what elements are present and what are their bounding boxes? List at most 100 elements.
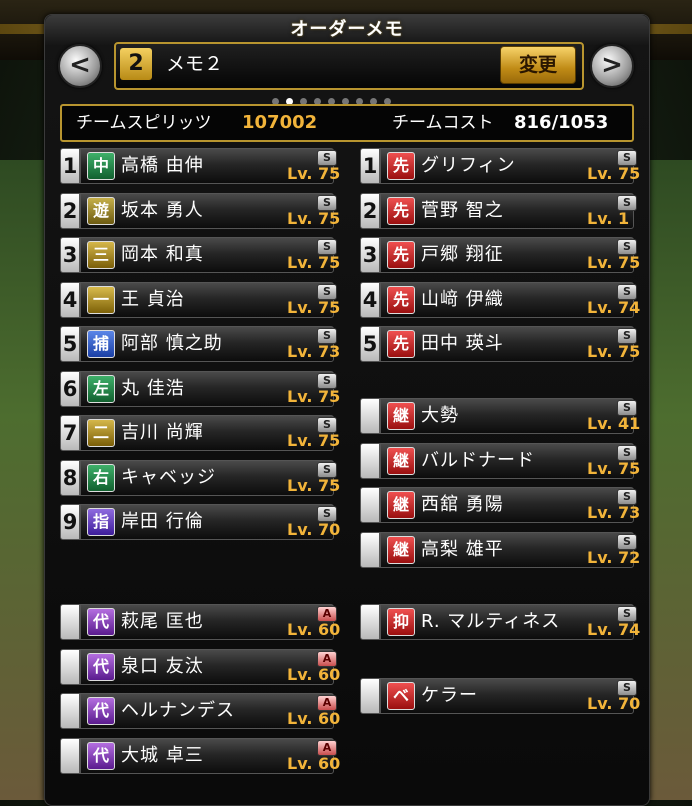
player-row[interactable]: 代大城 卓三 A Lv. 60 — [60, 736, 340, 774]
position-badge: 継 — [387, 535, 415, 564]
player-row[interactable]: 1 中高橋 由伸 S Lv. 75 — [60, 146, 340, 184]
player-card[interactable]: 代大城 卓三 A Lv. 60 — [80, 737, 340, 774]
player-level: Lv. 72 — [587, 547, 641, 567]
team-stats-bar: チームスピリッツ 107002 チームコスト 816/1053 — [60, 104, 634, 142]
player-card[interactable]: 二吉川 尚輝 S Lv. 75 — [80, 415, 340, 451]
player-level: Lv. 41 — [587, 414, 641, 433]
player-card[interactable]: 先戸郷 翔征 S Lv. 75 — [380, 237, 640, 273]
player-row[interactable]: 6左丸 佳浩 S Lv. 75 — [60, 369, 340, 407]
player-card[interactable]: 抑 R. マルティネス S Lv. 74 — [380, 604, 640, 640]
position-badge: 中 — [87, 152, 115, 180]
player-name: 大勢 — [421, 405, 459, 426]
player-card[interactable]: 代ヘルナンデス A Lv. 60 — [80, 693, 340, 729]
player-card[interactable]: 代泉口 友汰 A Lv. 60 — [80, 648, 340, 685]
player-row[interactable]: 代泉口 友汰 A Lv. 60 — [60, 647, 340, 685]
change-button[interactable]: 変更 — [500, 46, 576, 84]
position-badge: 三 — [87, 241, 115, 269]
player-level: Lv. 75 — [287, 386, 341, 406]
memo-name[interactable]: メモ２ — [166, 44, 223, 84]
order-slot-number — [360, 487, 380, 523]
order-slot-number — [60, 737, 80, 774]
player-card[interactable]: 継バルドナード S Lv. 75 — [380, 442, 640, 479]
player-row[interactable]: 継西舘 勇陽 S Lv. 73 — [360, 485, 640, 523]
player-level: Lv. 60 — [287, 709, 341, 728]
order-slot-number: 1 — [60, 148, 80, 184]
player-name: 岸田 行倫 — [121, 511, 204, 532]
player-row[interactable]: 5 先田中 瑛斗 S Lv. 75 — [360, 324, 640, 362]
player-card[interactable]: 継大勢 S Lv. 41 — [380, 398, 640, 434]
player-level: Lv. 70 — [287, 520, 341, 539]
player-card[interactable]: 捕阿部 慎之助 S Lv. 73 — [80, 326, 340, 362]
player-name: 戸郷 翔征 — [421, 244, 504, 265]
player-row[interactable]: 5 捕阿部 慎之助 S Lv. 73 — [60, 324, 340, 362]
player-card[interactable]: 三岡本 和真 S Lv. 75 — [80, 237, 340, 273]
player-row[interactable]: 1 先グリフィン S Lv. 75 — [360, 146, 640, 184]
player-row[interactable]: 代萩尾 匡也 A Lv. 60 — [60, 602, 340, 640]
team-cost-value: 816/1053 — [514, 112, 609, 133]
position-badge: 代 — [87, 697, 115, 725]
player-name: 西舘 勇陽 — [421, 494, 504, 515]
player-row[interactable]: 代ヘルナンデス A Lv. 60 — [60, 691, 340, 729]
player-name: R. マルティネス — [421, 611, 561, 632]
order-slot-number — [360, 398, 380, 434]
page-indicator — [272, 90, 398, 105]
player-name: 岡本 和真 — [121, 244, 204, 265]
order-slot-number: 4 — [60, 281, 80, 318]
player-name: 阿部 慎之助 — [121, 333, 223, 354]
order-slot-number — [360, 678, 380, 714]
player-level: Lv. 75 — [287, 297, 341, 317]
player-row[interactable]: 継バルドナード S Lv. 75 — [360, 441, 640, 479]
player-card[interactable]: ベケラー S Lv. 70 — [380, 678, 640, 714]
player-row[interactable]: 2 遊坂本 勇人 S Lv. 75 — [60, 191, 340, 229]
player-name: バルドナード — [421, 449, 535, 471]
player-card[interactable]: 先グリフィン S Lv. 75 — [380, 148, 640, 184]
player-row[interactable]: 9 指岸田 行倫 S Lv. 70 — [60, 502, 340, 540]
position-badge: 先 — [387, 196, 415, 225]
player-card[interactable]: 継高梨 雄平 S Lv. 72 — [380, 531, 640, 568]
player-card[interactable]: 指岸田 行倫 S Lv. 70 — [80, 504, 340, 540]
prev-memo-button[interactable]: < — [58, 44, 102, 88]
player-name: 萩尾 匡也 — [121, 611, 204, 632]
panel-title: オーダーメモ — [45, 15, 649, 45]
player-row[interactable]: 3 三岡本 和真 S Lv. 75 — [60, 235, 340, 273]
position-badge: 遊 — [87, 196, 115, 225]
player-row[interactable]: 継高梨 雄平 S Lv. 72 — [360, 530, 640, 568]
position-badge: 代 — [87, 608, 115, 636]
order-slot-number — [60, 693, 80, 729]
order-slot-number — [360, 442, 380, 479]
player-row[interactable]: ベケラー S Lv. 70 — [360, 676, 640, 714]
order-slot-number: 5 — [360, 326, 380, 362]
player-row[interactable]: 3 先戸郷 翔征 S Lv. 75 — [360, 235, 640, 273]
player-row[interactable]: 抑 R. マルティネス S Lv. 74 — [360, 602, 640, 640]
player-level: Lv. 60 — [287, 753, 341, 773]
player-card[interactable]: 右キャベッジ S Lv. 75 — [80, 459, 340, 496]
order-slot-number: 5 — [60, 326, 80, 362]
position-badge: 二 — [87, 419, 115, 447]
player-card[interactable]: 先山﨑 伊織 S Lv. 74 — [380, 281, 640, 318]
player-name: 吉川 尚輝 — [121, 422, 204, 443]
player-card[interactable]: 先菅野 智之 S Lv. 1 — [380, 192, 637, 229]
next-memo-button[interactable]: > — [590, 44, 634, 88]
player-card[interactable]: 中高橋 由伸 S Lv. 75 — [80, 148, 340, 184]
player-row[interactable]: 2 先菅野 智之 S Lv. 1 — [360, 191, 637, 229]
player-row[interactable]: 7 二吉川 尚輝 S Lv. 75 — [60, 413, 340, 451]
order-slot-number: 6 — [60, 370, 80, 407]
player-row[interactable]: 8 右キャベッジ S Lv. 75 — [60, 458, 340, 496]
player-name: 山﨑 伊織 — [421, 288, 504, 310]
player-row[interactable]: 継大勢 S Lv. 41 — [360, 396, 640, 434]
position-badge: 捕 — [87, 330, 115, 358]
player-card[interactable]: 代萩尾 匡也 A Lv. 60 — [80, 604, 340, 640]
position-badge: 左 — [87, 374, 115, 403]
player-card[interactable]: 一王 貞治 S Lv. 75 — [80, 281, 340, 318]
player-card[interactable]: 遊坂本 勇人 S Lv. 75 — [80, 192, 340, 229]
player-row[interactable]: 4一王 貞治 S Lv. 75 — [60, 280, 340, 318]
player-name: 田中 瑛斗 — [421, 333, 504, 354]
player-card[interactable]: 継西舘 勇陽 S Lv. 73 — [380, 487, 640, 523]
order-slot-number: 1 — [360, 148, 380, 184]
chevron-right-icon: > — [601, 50, 623, 80]
player-card[interactable]: 左丸 佳浩 S Lv. 75 — [80, 370, 340, 407]
player-card[interactable]: 先田中 瑛斗 S Lv. 75 — [380, 326, 640, 362]
player-level: Lv. 73 — [587, 503, 641, 522]
position-badge: 右 — [87, 463, 115, 492]
player-row[interactable]: 4 先山﨑 伊織 S Lv. 74 — [360, 280, 640, 318]
